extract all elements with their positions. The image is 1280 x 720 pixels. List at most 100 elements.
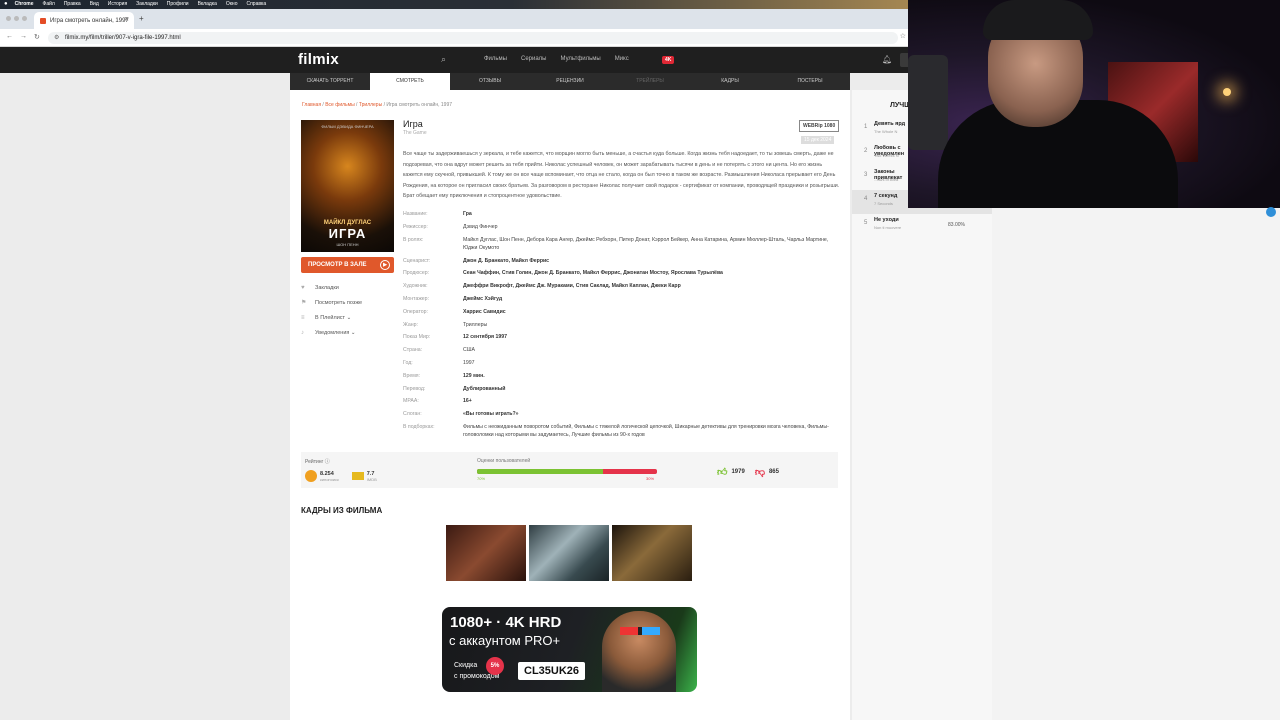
menu-item[interactable]: Вкладка: [198, 0, 217, 9]
nav-films[interactable]: Фильмы: [484, 56, 507, 62]
browser-tab[interactable]: Игра смотреть онлайн, 1997 ✕: [34, 12, 134, 29]
frame-thumbnail[interactable]: [446, 525, 526, 581]
info-key: Оператор:: [403, 308, 428, 315]
rating-label: Рейтинг ⓘ: [305, 459, 330, 465]
menu-item[interactable]: Профили: [167, 0, 189, 9]
menu-item[interactable]: Закладки: [136, 0, 158, 9]
info-key: MPAA:: [403, 398, 419, 405]
info-key: Время:: [403, 372, 421, 379]
tab-title: Игра смотреть онлайн, 1997: [50, 17, 129, 24]
watch-in-hall-button[interactable]: ПРОСМОТР В ЗАЛЕ ▶: [301, 257, 394, 273]
user-rating-positive-fill: [477, 469, 603, 474]
thumbs-down-icon[interactable]: 👎︎: [755, 466, 765, 478]
back-icon[interactable]: ←: [6, 33, 13, 40]
film-title: Игра: [403, 119, 423, 129]
rank-number: 1: [864, 124, 868, 130]
promo-code: CL35UK26: [518, 662, 586, 680]
film-original-title: The Game: [403, 130, 427, 136]
nav-mix[interactable]: Микс: [615, 56, 629, 62]
info-row: Название: Гра: [403, 208, 840, 221]
info-value: 16+: [463, 398, 472, 405]
play-icon: ▶: [380, 260, 390, 270]
info-row: Художник: Джеффри Викрофт, Джеймс Дж. Мур…: [403, 280, 840, 293]
site-info-icon[interactable]: ⚙: [54, 34, 59, 41]
forward-icon[interactable]: →: [20, 33, 27, 40]
tab-frames[interactable]: КАДРЫ: [690, 73, 770, 90]
frames-section-title: КАДРЫ ИЗ ФИЛЬМА: [301, 506, 383, 515]
extension-icon[interactable]: [1266, 207, 1276, 217]
nav-cartoons[interactable]: Мультфильмы: [561, 56, 601, 62]
notifications-action[interactable]: ♪ Уведомления ⌄: [301, 325, 362, 340]
info-key: Слоган:: [403, 411, 422, 418]
tab-trailers[interactable]: ТРЕЙЛЕРЫ: [610, 73, 690, 90]
address-bar[interactable]: ⚙ filmix.my/film/triller/907-v-igra-file…: [48, 32, 898, 44]
menu-item[interactable]: Справка: [246, 0, 266, 9]
reload-icon[interactable]: ↻: [34, 33, 40, 41]
film-original-title: Non ti muovere: [874, 225, 902, 230]
tab-torrent[interactable]: СКАЧАТЬ ТОРРЕНТ: [290, 73, 370, 90]
breadcrumb-home[interactable]: Главная: [302, 102, 321, 108]
frame-thumbnail[interactable]: [529, 525, 609, 581]
close-tab-icon[interactable]: ✕: [124, 16, 129, 23]
tab-watch[interactable]: СМОТРЕТЬ: [370, 73, 450, 90]
streamer-cap-image: [983, 0, 1093, 40]
playlist-action[interactable]: ≡ В Плейлист ⌄: [301, 310, 362, 325]
page-background: [992, 208, 1280, 720]
watch-later-action[interactable]: ⚑ Посмотреть позже: [301, 295, 362, 310]
sidebar-film-item[interactable]: 5 Не уходи Non ti muovere 83.00%: [852, 214, 992, 238]
film-poster[interactable]: ФИЛЬМ ДЭВИДА ФИНЧЕРА МАЙКЛ ДУГЛАС ИГРА Ш…: [301, 120, 394, 252]
imdb-icon: [351, 472, 364, 480]
lamp-image: [1223, 88, 1231, 96]
info-value: «Вы готовы играть?»: [463, 411, 519, 418]
bell-icon[interactable]: 🔔︎: [882, 55, 892, 64]
url-text: filmix.my/film/triller/907-v-igra-file-1…: [65, 35, 181, 41]
info-key: Перевод:: [403, 385, 426, 392]
info-row: Страна: США: [403, 344, 840, 357]
vote-buttons: 👍︎ 1979 👎︎ 865: [717, 466, 779, 478]
apple-icon[interactable]: ●: [4, 0, 8, 9]
info-value: Дэвид Финчер: [463, 223, 498, 230]
breadcrumb-genre[interactable]: Триллеры: [359, 102, 382, 108]
menu-item[interactable]: Правка: [64, 0, 81, 9]
main-nav: Фильмы Сериалы Мультфильмы Микс: [484, 56, 629, 62]
film-title: 7 секунд: [874, 193, 898, 199]
new-tab-icon[interactable]: +: [139, 14, 144, 23]
menu-item[interactable]: Окно: [226, 0, 238, 9]
4k-badge[interactable]: 4K: [662, 56, 675, 64]
promo-discount-badge: 5%: [486, 657, 504, 675]
tab-posters[interactable]: ПОСТЕРЫ: [770, 73, 850, 90]
flag-icon: ⚑: [301, 300, 307, 306]
nav-series[interactable]: Сериалы: [521, 56, 547, 62]
info-value: Дублированный: [463, 385, 506, 392]
info-value: Сеан Чаффин, Стив Голин, Джон Д. Бранкат…: [463, 270, 723, 277]
thumbs-up-icon[interactable]: 👍︎: [717, 466, 727, 478]
film-actions: ♥ Закладки ⚑ Посмотреть позже ≡ В Плейлист …: [301, 280, 362, 340]
chevron-down-icon: ⌄: [346, 314, 352, 321]
frame-thumbnail[interactable]: [612, 525, 692, 581]
info-value: Майкл Дуглас, Шон Пенн, Дебора Кара Анге…: [463, 236, 829, 252]
browser-tabbar: Игра смотреть онлайн, 1997 ✕ +: [0, 9, 910, 29]
tab-critiques[interactable]: РЕЦЕНЗИИ: [530, 73, 610, 90]
film-original-title: Two Weeks N: [874, 153, 899, 158]
breadcrumb-all[interactable]: Все фильмы: [325, 102, 354, 108]
rating-scores: 8.254 кинопоиск 7.7 IMDB: [305, 470, 377, 482]
positive-percent: 70%: [477, 476, 486, 481]
info-value: Харрис Савидис: [463, 308, 506, 315]
search-icon[interactable]: ⌕: [441, 54, 446, 65]
site-logo[interactable]: filmix: [298, 51, 339, 68]
window-controls[interactable]: [6, 16, 27, 21]
action-label: Уведомления: [315, 329, 350, 336]
bookmark-action[interactable]: ♥ Закладки: [301, 280, 362, 295]
menu-app[interactable]: Chrome: [15, 0, 34, 9]
promo-banner[interactable]: 1080+ · 4K HRD с аккаунтом PRO+ Скидка с …: [442, 607, 697, 692]
promo-person-image: [602, 611, 676, 692]
menu-item[interactable]: Вид: [90, 0, 99, 9]
bookmark-star-icon[interactable]: ☆: [900, 32, 906, 40]
menu-item[interactable]: Файл: [43, 0, 55, 9]
info-row: Оператор: Харрис Савидис: [403, 306, 840, 319]
dislikes-count: 865: [768, 469, 779, 475]
menu-item[interactable]: История: [108, 0, 127, 9]
poster-title: ИГРА: [328, 226, 367, 241]
info-row: Монтажер: Джеймс Хэйгуд: [403, 293, 840, 306]
tab-reviews[interactable]: ОТЗЫВЫ: [450, 73, 530, 90]
